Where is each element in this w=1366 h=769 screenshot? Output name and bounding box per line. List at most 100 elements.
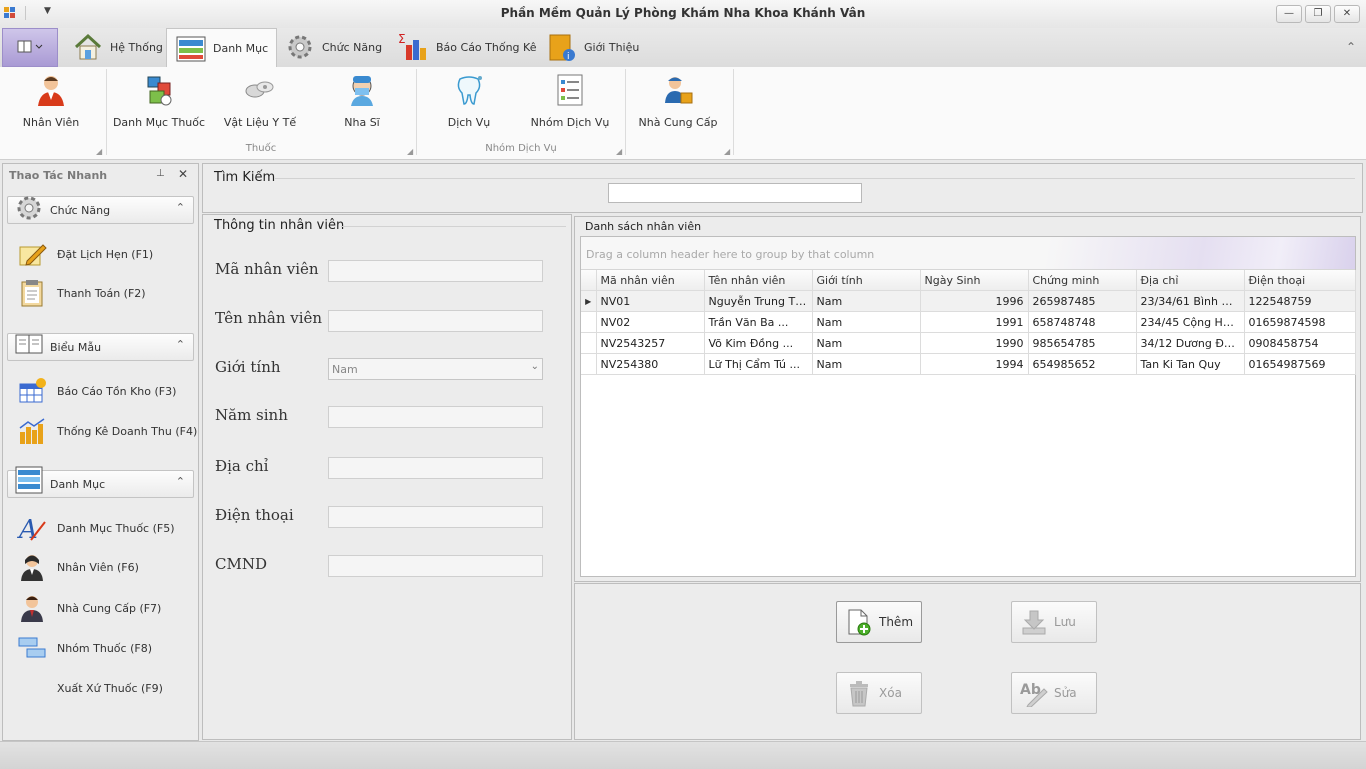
- restore-button[interactable]: ❐: [1305, 5, 1331, 23]
- table-cell[interactable]: Tan Ki Tan Quy: [1136, 353, 1245, 375]
- application-menu-button[interactable]: [2, 28, 58, 67]
- table-cell[interactable]: 1994: [920, 353, 1029, 375]
- tab-label: Giới Thiệu: [584, 40, 640, 54]
- ma-nhan-vien-input[interactable]: [328, 260, 543, 282]
- side-item-xuat-xu-thuoc[interactable]: Xuất Xứ Thuốc (F9): [17, 672, 163, 704]
- column-header[interactable]: Tên nhân viên: [704, 270, 813, 291]
- ribbon-vat-lieu-y-te-button[interactable]: Vật Liệu Y Tế: [222, 73, 298, 129]
- column-header[interactable]: Mã nhân viên: [596, 270, 705, 291]
- ten-nhan-vien-input[interactable]: [328, 310, 543, 332]
- table-cell[interactable]: 34/12 Dương Đức...: [1136, 332, 1245, 354]
- dia-chi-input[interactable]: [328, 457, 543, 479]
- table-row[interactable]: NV02 Trần Văn Ba ... Nam 1991 658748748 …: [581, 311, 1356, 333]
- group-by-panel[interactable]: Drag a column header here to group by th…: [581, 237, 1355, 270]
- table-cell[interactable]: 01654987569: [1244, 353, 1356, 375]
- column-header[interactable]: Giới tính: [812, 270, 921, 291]
- ribbon-nha-si-button[interactable]: Nha Sĩ: [336, 73, 388, 129]
- table-row[interactable]: ▶ NV01 Nguyễn Trung Tín ... Nam 1996 265…: [581, 290, 1356, 312]
- table-cell[interactable]: 1991: [920, 311, 1029, 333]
- dialog-launcher-icon[interactable]: ◢: [407, 147, 413, 156]
- side-group-bieu-mau[interactable]: Biểu Mẫu ⌃: [7, 333, 194, 361]
- table-cell[interactable]: Nam: [812, 353, 921, 375]
- table-cell[interactable]: 658748748: [1028, 311, 1137, 333]
- add-button[interactable]: Thêm: [836, 601, 922, 643]
- column-header[interactable]: Địa chỉ: [1136, 270, 1245, 291]
- table-row[interactable]: NV254380 Lữ Thị Cẩm Tú ... Nam 1994 6549…: [581, 353, 1356, 375]
- dien-thoai-input[interactable]: [328, 506, 543, 528]
- tab-bao-cao-thong-ke[interactable]: Σ Báo Cáo Thống Kê: [390, 28, 544, 66]
- table-cell[interactable]: Nam: [812, 332, 921, 354]
- ribbon-group-label: Nhóm Dịch Vụ: [485, 143, 557, 154]
- table-header-row: Mã nhân viên Tên nhân viên Giới tính Ngà…: [581, 270, 1356, 291]
- table-cell[interactable]: 654985652: [1028, 353, 1137, 375]
- ribbon-nha-cung-cap-button[interactable]: Nhà Cung Cấp: [636, 73, 720, 129]
- table-cell[interactable]: Trần Văn Ba ...: [704, 311, 813, 333]
- tab-chuc-nang[interactable]: Chức Năng: [276, 28, 390, 66]
- table-cell[interactable]: Lữ Thị Cẩm Tú ...: [704, 353, 813, 375]
- table-cell[interactable]: NV01: [596, 290, 705, 312]
- column-header[interactable]: Điện thoại: [1244, 270, 1356, 291]
- pin-icon[interactable]: ⊥: [156, 168, 165, 179]
- ribbon-nhan-vien-button[interactable]: Nhân Viên: [20, 73, 82, 129]
- table-cell[interactable]: Nam: [812, 311, 921, 333]
- font-a-icon: A: [17, 515, 46, 543]
- column-header[interactable]: Chứng minh: [1028, 270, 1137, 291]
- gioi-tinh-select[interactable]: Nam ⌄: [328, 358, 543, 380]
- tab-danh-muc[interactable]: Danh Mục: [166, 28, 278, 68]
- side-group-chuc-nang[interactable]: Chức Năng ⌃: [7, 196, 194, 224]
- table-cell[interactable]: Nam: [812, 290, 921, 312]
- side-item-nhan-vien[interactable]: Nhân Viên (F6): [17, 551, 139, 583]
- table-cell[interactable]: 122548759: [1244, 290, 1356, 312]
- table-cell[interactable]: 985654785: [1028, 332, 1137, 354]
- search-input[interactable]: [608, 183, 862, 203]
- table-cell[interactable]: Võ Kim Đồng ...: [704, 332, 813, 354]
- field-label-ten-nhan-vien: Tên nhân viên: [215, 309, 323, 327]
- panel-title: Danh sách nhân viên: [585, 220, 702, 233]
- ribbon-nhom-dich-vu-button[interactable]: Nhóm Dịch Vụ: [530, 73, 610, 129]
- side-item-thanh-toan[interactable]: Thanh Toán (F2): [17, 277, 146, 309]
- side-group-danh-muc[interactable]: Danh Mục ⌃: [7, 466, 194, 498]
- cmnd-input[interactable]: [328, 555, 543, 577]
- table-cell[interactable]: NV02: [596, 311, 705, 333]
- save-button[interactable]: Lưu: [1011, 601, 1097, 643]
- table-cell[interactable]: 01659874598: [1244, 311, 1356, 333]
- side-item-thong-ke-doanh-thu[interactable]: Thống Kê Doanh Thu (F4): [17, 415, 197, 447]
- ribbon-dich-vu-button[interactable]: Dịch Vụ: [442, 73, 496, 129]
- nam-sinh-input[interactable]: [328, 406, 543, 428]
- tab-he-thong[interactable]: Hệ Thống: [64, 28, 171, 66]
- dialog-launcher-icon[interactable]: ◢: [96, 147, 102, 156]
- delete-button[interactable]: Xóa: [836, 672, 922, 714]
- tab-gioi-thieu[interactable]: i Giới Thiệu: [538, 28, 647, 66]
- table-cell[interactable]: 234/45 Cộng Hoà ...: [1136, 311, 1245, 333]
- table-cell[interactable]: 0908458754: [1244, 332, 1356, 354]
- report-chart-icon: Σ: [398, 32, 426, 60]
- side-item-nhom-thuoc[interactable]: Nhóm Thuốc (F8): [17, 632, 152, 664]
- tab-label: Hệ Thống: [110, 40, 163, 54]
- search-underline: [275, 178, 1355, 179]
- info-book-icon: i: [549, 34, 575, 62]
- collapse-ribbon-icon[interactable]: ⌃: [1346, 40, 1356, 54]
- close-button[interactable]: ✕: [1334, 5, 1360, 23]
- table-cell[interactable]: 1990: [920, 332, 1029, 354]
- edit-button[interactable]: Ab Sửa: [1011, 672, 1097, 714]
- table-row[interactable]: NV2543257 Võ Kim Đồng ... Nam 1990 98565…: [581, 332, 1356, 354]
- side-item-nha-cung-cap[interactable]: Nhà Cung Cấp (F7): [17, 592, 161, 624]
- ribbon-button-label: Nha Sĩ: [344, 116, 380, 129]
- tab-label: Chức Năng: [322, 40, 383, 54]
- ribbon-danh-muc-thuoc-button[interactable]: Danh Mục Thuốc: [112, 73, 206, 129]
- table-cell[interactable]: 23/34/61 Bình Ch...: [1136, 290, 1245, 312]
- table-cell[interactable]: 265987485: [1028, 290, 1137, 312]
- table-cell[interactable]: NV254380: [596, 353, 705, 375]
- side-item-dat-lich-hen[interactable]: Đặt Lịch Hẹn (F1): [17, 238, 153, 270]
- table-cell[interactable]: 1996: [920, 290, 1029, 312]
- dialog-launcher-icon[interactable]: ◢: [724, 147, 730, 156]
- employee-grid[interactable]: Drag a column header here to group by th…: [580, 236, 1356, 577]
- table-cell[interactable]: NV2543257: [596, 332, 705, 354]
- table-cell[interactable]: Nguyễn Trung Tín ...: [704, 290, 813, 312]
- side-item-bao-cao-ton-kho[interactable]: Báo Cáo Tồn Kho (F3): [17, 375, 176, 407]
- minimize-button[interactable]: —: [1276, 5, 1302, 23]
- dialog-launcher-icon[interactable]: ◢: [616, 147, 622, 156]
- column-header[interactable]: Ngày Sinh: [920, 270, 1029, 291]
- close-panel-icon[interactable]: ✕: [178, 167, 188, 181]
- side-item-danh-muc-thuoc[interactable]: A Danh Mục Thuốc (F5): [17, 512, 175, 544]
